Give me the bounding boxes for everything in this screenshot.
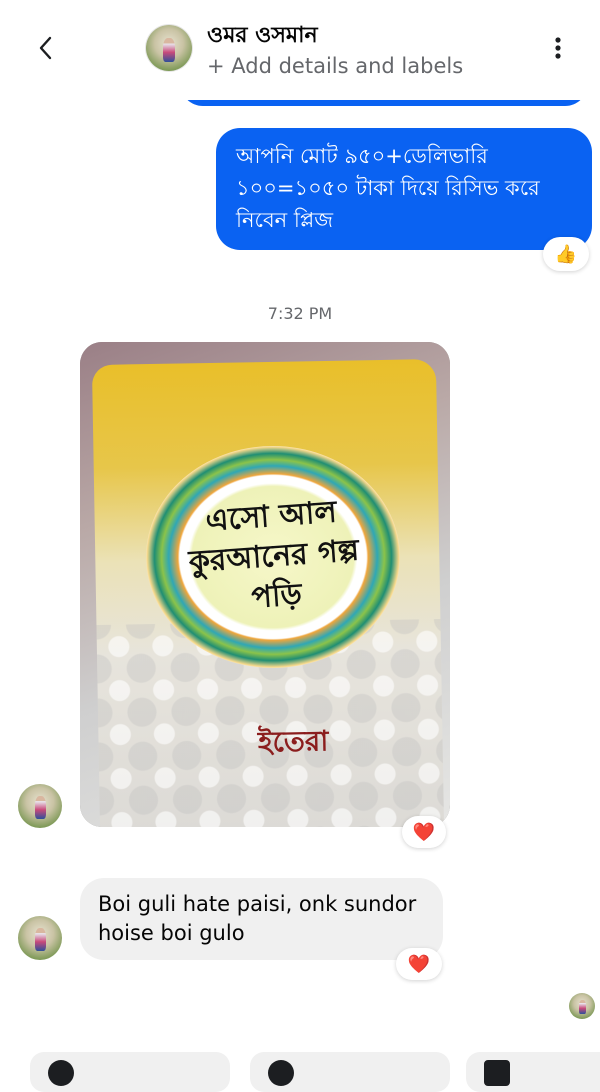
chip-icon	[48, 1060, 74, 1086]
message-heart-reaction[interactable]: ❤️	[396, 948, 442, 980]
quick-action-chip[interactable]	[466, 1052, 600, 1092]
chevron-left-icon	[39, 36, 52, 60]
add-details-link[interactable]: + Add details and labels	[207, 54, 463, 78]
avatar-figure	[578, 1000, 586, 1014]
more-options-button[interactable]	[540, 30, 576, 66]
sender-avatar[interactable]	[18, 784, 62, 828]
chip-icon	[268, 1060, 294, 1086]
seen-indicator-avatar	[569, 993, 595, 1019]
avatar-figure	[163, 37, 176, 62]
thumbs-up-icon: 👍	[554, 243, 578, 265]
book-title-text: এসো আল কুরআনের গল্প পড়ি	[187, 494, 361, 616]
outgoing-message-bubble[interactable]: আপনি মোট ৯৫০+ডেলিভারি ১০০=১০৫০ টাকা দিয়…	[216, 128, 592, 250]
heart-icon: ❤️	[412, 821, 436, 843]
back-button[interactable]	[28, 30, 64, 66]
publisher-logo: ইতেরা	[257, 724, 329, 759]
sender-avatar[interactable]	[18, 916, 62, 960]
incoming-message-bubble[interactable]: Boi guli hate paisi, onk sundor hoise bo…	[80, 878, 443, 960]
chip-icon	[484, 1060, 510, 1086]
quick-action-chip[interactable]	[30, 1052, 230, 1092]
quick-action-chip[interactable]	[250, 1052, 450, 1092]
contact-avatar[interactable]	[146, 25, 192, 71]
photo-message[interactable]: এসো আল কুরআনের গল্প পড়ি ইতেরা	[80, 342, 450, 827]
avatar-figure	[34, 928, 47, 952]
heart-icon: ❤️	[407, 953, 431, 975]
more-vertical-icon	[555, 37, 561, 59]
contact-name[interactable]: ওমর ওসমান	[207, 18, 318, 55]
chat-header: ওমর ওসমান + Add details and labels	[0, 0, 600, 100]
thumbs-up-reaction[interactable]: 👍	[543, 237, 589, 271]
photo-heart-reaction[interactable]: ❤️	[402, 816, 446, 848]
avatar-figure	[34, 796, 47, 820]
message-timestamp: 7:32 PM	[267, 304, 333, 323]
